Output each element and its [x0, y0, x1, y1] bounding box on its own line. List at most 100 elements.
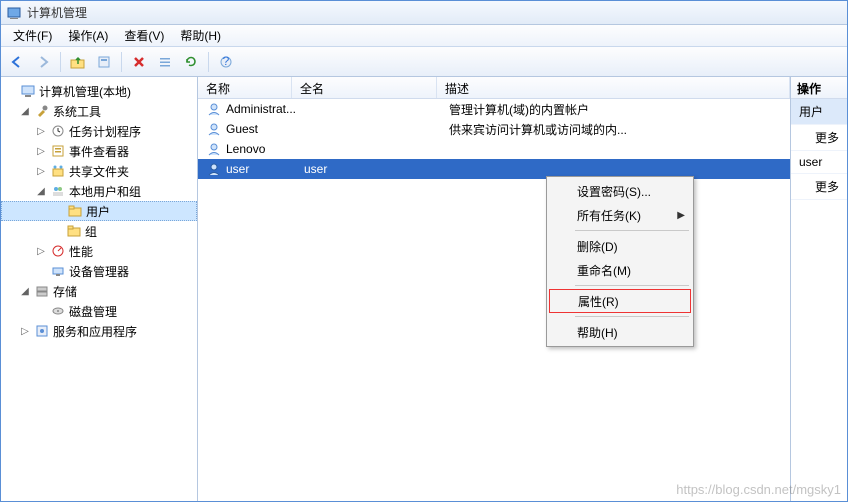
cm-label: 删除(D) [577, 238, 618, 255]
action-item[interactable]: user [791, 151, 847, 174]
expand-icon[interactable]: ▷ [35, 246, 47, 257]
list-row[interactable]: Guest 供来宾访问计算机或访问域的内... [198, 119, 790, 139]
user-icon [206, 121, 222, 137]
tree-storage[interactable]: ◢ 存储 [1, 281, 197, 301]
list-row[interactable]: Lenovo [198, 139, 790, 159]
properties-button[interactable] [92, 50, 116, 74]
list-header: 名称 全名 描述 [198, 77, 790, 99]
clock-icon [50, 123, 66, 139]
submenu-arrow-icon: ▶ [677, 210, 685, 221]
forward-button[interactable] [31, 50, 55, 74]
cm-rename[interactable]: 重命名(M) [549, 258, 691, 282]
cm-all-tasks[interactable]: 所有任务(K) ▶ [549, 203, 691, 227]
up-folder-button[interactable] [66, 50, 90, 74]
cell-name: user [226, 162, 304, 176]
cm-delete[interactable]: 删除(D) [549, 234, 691, 258]
list-rows: Administrat... 管理计算机(域)的内置帐户 Guest 供来宾访问… [198, 99, 790, 501]
expand-icon[interactable]: ▷ [19, 326, 31, 337]
cm-separator [575, 316, 689, 317]
tree-services-apps[interactable]: ▷ 服务和应用程序 [1, 321, 197, 341]
expand-icon[interactable]: ▷ [35, 146, 47, 157]
cm-label: 属性(R) [578, 293, 619, 310]
cell-name: Guest [226, 122, 304, 136]
help-button[interactable]: ? [214, 50, 238, 74]
window-title: 计算机管理 [27, 4, 87, 21]
cm-set-password[interactable]: 设置密码(S)... [549, 179, 691, 203]
tree-device-manager[interactable]: 设备管理器 [1, 261, 197, 281]
cm-separator [575, 230, 689, 231]
cm-label: 设置密码(S)... [577, 183, 651, 200]
cm-properties[interactable]: 属性(R) [549, 289, 691, 313]
tree-label: 共享文件夹 [69, 163, 129, 180]
main-area: 计算机管理(本地) ◢ 系统工具 ▷ 任务计划程序 ▷ 事件查看器 ▷ 共享文件夹 ◢ 本… [1, 77, 847, 501]
tree-label: 用户 [86, 203, 110, 220]
menu-help[interactable]: 帮助(H) [172, 25, 229, 46]
user-icon [206, 141, 222, 157]
folder-icon [67, 203, 83, 219]
list-panel: 名称 全名 描述 Administrat... 管理计算机(域)的内置帐户 Gu… [198, 77, 791, 501]
menu-action[interactable]: 操作(A) [60, 25, 116, 46]
collapse-icon[interactable]: ◢ [19, 286, 31, 297]
collapse-icon[interactable]: ◢ [19, 106, 31, 117]
expand-icon[interactable]: ▷ [35, 126, 47, 137]
cm-label: 所有任务(K) [577, 207, 641, 224]
tree-label: 计算机管理(本地) [39, 83, 131, 100]
tree-root[interactable]: 计算机管理(本地) [1, 81, 197, 101]
disk-icon [50, 303, 66, 319]
col-description[interactable]: 描述 [437, 77, 790, 98]
title-bar: 计算机管理 [1, 1, 847, 25]
context-menu: 设置密码(S)... 所有任务(K) ▶ 删除(D) 重命名(M) 属性(R) 帮… [546, 176, 694, 347]
tools-icon [34, 103, 50, 119]
tree-label: 性能 [69, 243, 93, 260]
tree-performance[interactable]: ▷ 性能 [1, 241, 197, 261]
tree-label: 系统工具 [53, 103, 101, 120]
tree-label: 服务和应用程序 [53, 323, 137, 340]
back-button[interactable] [5, 50, 29, 74]
tree-label: 任务计划程序 [69, 123, 141, 140]
list-button[interactable] [153, 50, 177, 74]
event-icon [50, 143, 66, 159]
col-fullname[interactable]: 全名 [292, 77, 437, 98]
tree-task-scheduler[interactable]: ▷ 任务计划程序 [1, 121, 197, 141]
share-icon [50, 163, 66, 179]
cell-fullname: user [304, 162, 449, 176]
list-row[interactable]: Administrat... 管理计算机(域)的内置帐户 [198, 99, 790, 119]
tree-label: 磁盘管理 [69, 303, 117, 320]
list-row[interactable]: user user [198, 159, 790, 179]
collapse-icon[interactable]: ◢ [35, 186, 47, 197]
delete-button[interactable] [127, 50, 151, 74]
folder-icon [66, 223, 82, 239]
action-item[interactable]: 更多 [791, 174, 847, 200]
action-item[interactable]: 用户 [791, 99, 847, 125]
tree-label: 本地用户和组 [69, 183, 141, 200]
services-icon [34, 323, 50, 339]
tree-event-viewer[interactable]: ▷ 事件查看器 [1, 141, 197, 161]
refresh-button[interactable] [179, 50, 203, 74]
tree-disk-management[interactable]: 磁盘管理 [1, 301, 197, 321]
tree-shared-folders[interactable]: ▷ 共享文件夹 [1, 161, 197, 181]
user-icon [206, 161, 222, 177]
tree-groups[interactable]: 组 [1, 221, 197, 241]
svg-text:?: ? [223, 55, 230, 68]
action-item[interactable]: 更多 [791, 125, 847, 151]
tree-label: 事件查看器 [69, 143, 129, 160]
tree-system-tools[interactable]: ◢ 系统工具 [1, 101, 197, 121]
users-icon [50, 183, 66, 199]
cm-label: 重命名(M) [577, 262, 631, 279]
tree-label: 组 [85, 223, 97, 240]
tree-label: 存储 [53, 283, 77, 300]
cell-desc: 供来宾访问计算机或访问域的内... [449, 121, 627, 138]
menu-view[interactable]: 查看(V) [116, 25, 172, 46]
expand-icon[interactable]: ▷ [35, 166, 47, 177]
cm-help[interactable]: 帮助(H) [549, 320, 691, 344]
tree-label: 设备管理器 [69, 263, 129, 280]
device-icon [50, 263, 66, 279]
col-name[interactable]: 名称 [198, 77, 292, 98]
tree-local-users-groups[interactable]: ◢ 本地用户和组 [1, 181, 197, 201]
tree-panel: 计算机管理(本地) ◢ 系统工具 ▷ 任务计划程序 ▷ 事件查看器 ▷ 共享文件夹 ◢ 本… [1, 77, 198, 501]
tree-users[interactable]: 用户 [1, 201, 197, 221]
cell-name: Administrat... [226, 102, 304, 116]
storage-icon [34, 283, 50, 299]
cell-name: Lenovo [226, 142, 304, 156]
menu-file[interactable]: 文件(F) [5, 25, 60, 46]
